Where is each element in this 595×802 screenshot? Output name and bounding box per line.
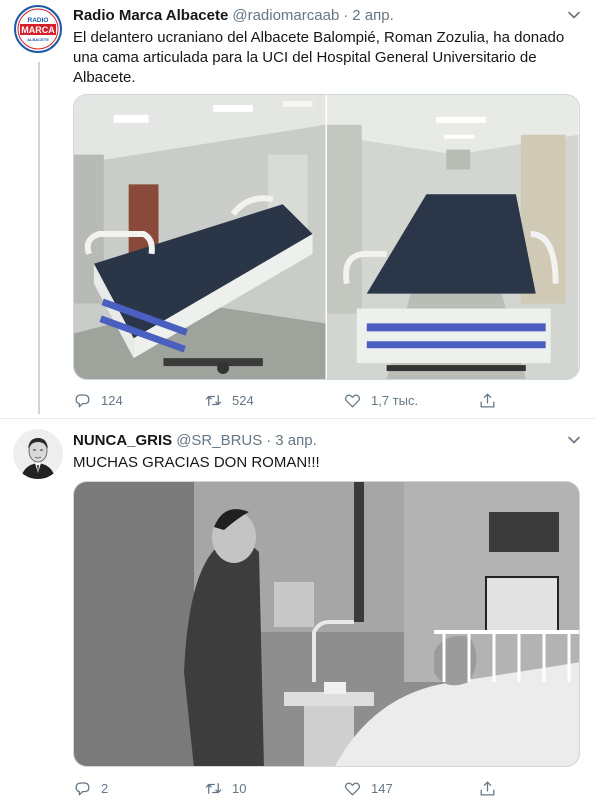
retweet-button[interactable]: 524 bbox=[204, 390, 254, 410]
hospital-bed-photo-1[interactable] bbox=[74, 95, 326, 379]
tweet-header: Radio Marca Albacete @radiomarcaab · 2 апр. bbox=[73, 6, 565, 26]
reply-count: 2 bbox=[101, 780, 109, 796]
retweet-count: 10 bbox=[232, 780, 247, 796]
like-button[interactable]: 1,7 тыс. bbox=[343, 390, 418, 410]
avatar[interactable]: RADIO MARCA ALBACETE bbox=[13, 4, 63, 54]
share-button[interactable] bbox=[478, 390, 506, 410]
caret-down-icon[interactable] bbox=[567, 8, 581, 22]
black-and-white-hospital-photo[interactable] bbox=[74, 482, 580, 767]
like-button[interactable]: 147 bbox=[343, 778, 393, 798]
media-grid[interactable] bbox=[73, 94, 580, 380]
radio-marca-logo: RADIO MARCA ALBACETE bbox=[13, 4, 63, 54]
separator-dot: · bbox=[266, 432, 272, 449]
reply-icon bbox=[75, 781, 90, 795]
svg-text:ALBACETE: ALBACETE bbox=[27, 37, 49, 42]
caret-down-icon[interactable] bbox=[567, 433, 581, 447]
like-icon bbox=[344, 394, 361, 407]
retweet-icon bbox=[205, 782, 222, 794]
share-icon bbox=[480, 781, 495, 795]
author-name[interactable]: NUNCA_GRIS bbox=[73, 432, 172, 449]
separator-dot: · bbox=[343, 7, 349, 24]
tweet-actions: 124 524 1,7 тыс. bbox=[73, 390, 513, 410]
retweet-count: 524 bbox=[232, 392, 254, 408]
hospital-bed-photo-2[interactable] bbox=[327, 95, 579, 379]
like-count: 1,7 тыс. bbox=[371, 392, 419, 408]
author-handle[interactable]: @SR_BRUS bbox=[176, 432, 262, 449]
tweet-text: MUCHAS GRACIAS DON ROMAN!!! bbox=[73, 454, 320, 471]
media-grid[interactable] bbox=[73, 481, 580, 767]
like-count: 147 bbox=[371, 780, 393, 796]
reply-button[interactable]: 2 bbox=[73, 778, 108, 798]
reply-count: 124 bbox=[101, 392, 123, 408]
tweet-header: NUNCA_GRIS @SR_BRUS · 3 апр. bbox=[73, 431, 565, 451]
tweet[interactable]: RADIO MARCA ALBACETE Radio Marca Albacet… bbox=[0, 0, 595, 418]
reply-button[interactable]: 124 bbox=[73, 390, 123, 410]
tweet-actions: 2 10 147 bbox=[73, 778, 513, 798]
reply-icon bbox=[75, 393, 90, 407]
author-handle[interactable]: @radiomarcaab bbox=[232, 7, 339, 24]
like-icon bbox=[344, 782, 361, 795]
avatar[interactable] bbox=[13, 429, 63, 479]
author-name[interactable]: Radio Marca Albacete bbox=[73, 7, 228, 24]
thread-line bbox=[38, 62, 40, 414]
tweet[interactable]: NUNCA_GRIS @SR_BRUS · 3 апр. MUCHAS GRACIAS… bbox=[0, 418, 595, 802]
share-icon bbox=[480, 393, 495, 407]
tweet-text: El delantero ucraniano del Albacete Balo… bbox=[73, 29, 565, 86]
avatar-portrait bbox=[13, 429, 63, 479]
retweet-icon bbox=[205, 394, 222, 406]
tweet-date[interactable]: 3 апр. bbox=[275, 432, 316, 449]
share-button[interactable] bbox=[478, 778, 506, 798]
svg-text:MARCA: MARCA bbox=[21, 25, 55, 35]
tweet-date[interactable]: 2 апр. bbox=[352, 7, 393, 24]
svg-text:RADIO: RADIO bbox=[28, 17, 49, 24]
retweet-button[interactable]: 10 bbox=[204, 778, 246, 798]
